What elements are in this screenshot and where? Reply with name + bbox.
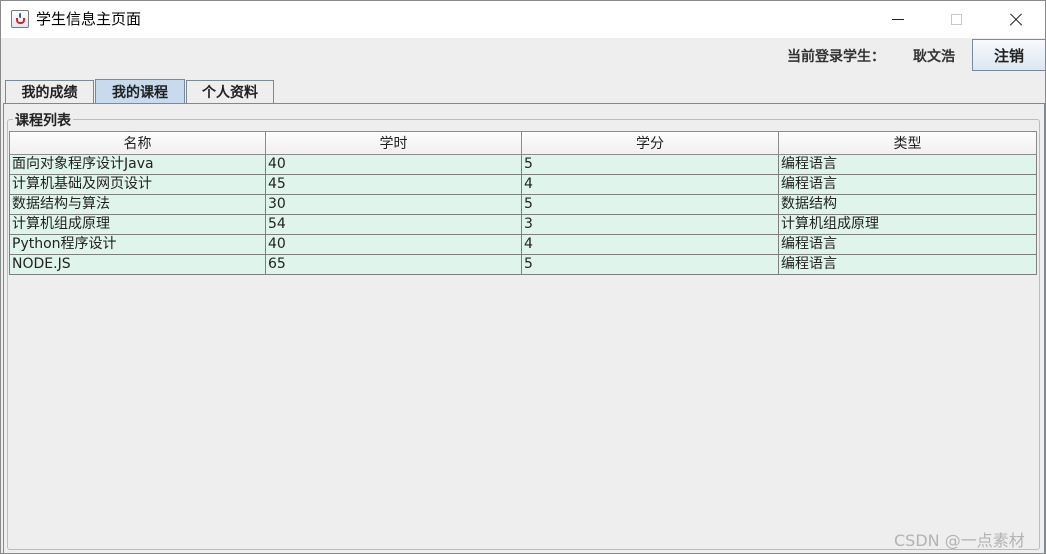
maximize-icon — [951, 14, 962, 25]
cell-name[interactable]: Python程序设计 — [9, 235, 266, 255]
cell-hours[interactable]: 40 — [266, 155, 522, 175]
cell-type[interactable]: 计算机组成原理 — [779, 215, 1037, 235]
current-user-label: 当前登录学生： — [787, 49, 885, 65]
course-list-title: 课程列表 — [13, 110, 73, 130]
cell-name[interactable]: 计算机基础及网页设计 — [9, 175, 266, 195]
cell-name[interactable]: NODE.JS — [9, 255, 266, 275]
cell-type[interactable]: 数据结构 — [779, 195, 1037, 215]
column-header-type[interactable]: 类型 — [779, 131, 1037, 155]
cell-type[interactable]: 编程语言 — [779, 175, 1037, 195]
cell-type[interactable]: 编程语言 — [779, 235, 1037, 255]
logout-button[interactable]: 注销 — [972, 39, 1045, 71]
tab-profile[interactable]: 个人资料 — [186, 80, 274, 103]
main-window: 学生信息主页面 当前登录学生： 耿文浩 注销 我的成绩 我的课程 个人资料 课程… — [0, 0, 1046, 554]
maximize-button[interactable] — [927, 1, 985, 38]
cell-credits[interactable]: 4 — [522, 175, 779, 195]
title-bar: 学生信息主页面 — [1, 1, 1045, 38]
table-row[interactable]: 计算机组成原理 54 3 计算机组成原理 — [9, 215, 1037, 235]
java-cup-icon — [11, 10, 29, 28]
table-row[interactable]: 面向对象程序设计Java 40 5 编程语言 — [9, 155, 1037, 175]
cell-credits[interactable]: 5 — [522, 195, 779, 215]
cell-name[interactable]: 面向对象程序设计Java — [9, 155, 266, 175]
cell-type[interactable]: 编程语言 — [779, 255, 1037, 275]
table-row[interactable]: 计算机基础及网页设计 45 4 编程语言 — [9, 175, 1037, 195]
cell-hours[interactable]: 30 — [266, 195, 522, 215]
table-row[interactable]: NODE.JS 65 5 编程语言 — [9, 255, 1037, 275]
tab-my-grades[interactable]: 我的成绩 — [5, 80, 94, 103]
table-header: 名称 学时 学分 类型 — [9, 131, 1037, 155]
cell-name[interactable]: 数据结构与算法 — [9, 195, 266, 215]
cell-credits[interactable]: 5 — [522, 255, 779, 275]
watermark: CSDN @一点素材 — [894, 531, 1025, 550]
minimize-button[interactable] — [869, 1, 927, 38]
cell-credits[interactable]: 3 — [522, 215, 779, 235]
column-header-hours[interactable]: 学时 — [266, 131, 522, 155]
tab-my-courses[interactable]: 我的课程 — [95, 79, 185, 104]
window-title: 学生信息主页面 — [36, 10, 142, 28]
table-row[interactable]: 数据结构与算法 30 5 数据结构 — [9, 195, 1037, 215]
course-table: 名称 学时 学分 类型 面向对象程序设计Java 40 5 编程语言 计算机基础… — [9, 131, 1037, 275]
cell-hours[interactable]: 40 — [266, 235, 522, 255]
close-button[interactable] — [986, 1, 1044, 38]
current-user-name: 耿文浩 — [913, 49, 955, 65]
minimize-icon — [892, 19, 904, 20]
cell-credits[interactable]: 5 — [522, 155, 779, 175]
table-row[interactable]: Python程序设计 40 4 编程语言 — [9, 235, 1037, 255]
cell-hours[interactable]: 45 — [266, 175, 522, 195]
cell-credits[interactable]: 4 — [522, 235, 779, 255]
cell-type[interactable]: 编程语言 — [779, 155, 1037, 175]
column-header-credits[interactable]: 学分 — [522, 131, 779, 155]
column-header-name[interactable]: 名称 — [9, 131, 266, 155]
cell-hours[interactable]: 65 — [266, 255, 522, 275]
cell-hours[interactable]: 54 — [266, 215, 522, 235]
cell-name[interactable]: 计算机组成原理 — [9, 215, 266, 235]
